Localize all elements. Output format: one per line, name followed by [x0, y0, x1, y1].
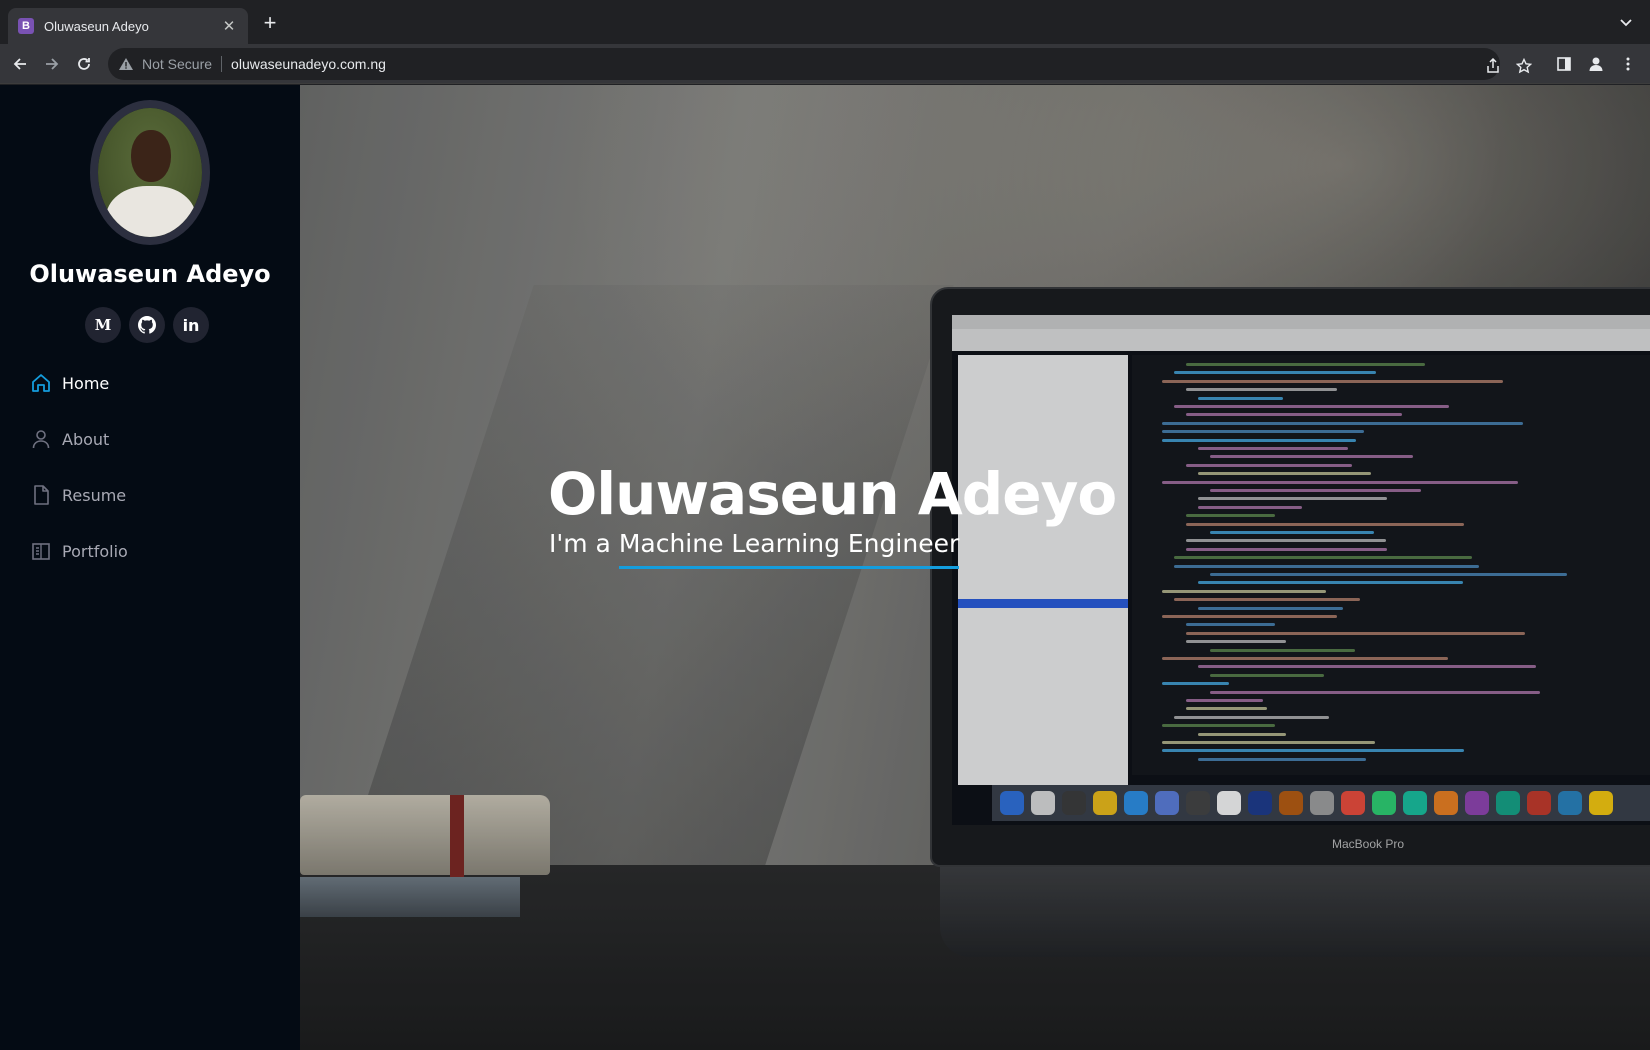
person-icon: [30, 428, 52, 450]
avatar: [90, 100, 210, 245]
reload-button[interactable]: [72, 52, 96, 76]
tab-close-icon[interactable]: ✕: [220, 17, 238, 35]
arrow-right-icon: [46, 58, 59, 70]
side-panel-icon[interactable]: [1552, 52, 1576, 76]
browser-toolbar: Not Secure oluwaseunadeyo.com.ng: [0, 44, 1650, 84]
address-bar[interactable]: Not Secure oluwaseunadeyo.com.ng: [108, 48, 1532, 80]
linkedin-icon: in: [182, 315, 200, 335]
profile-photo: [98, 108, 202, 237]
forward-button[interactable]: [40, 52, 64, 76]
tab-title: Oluwaseun Adeyo: [44, 18, 149, 34]
bookmark-star-icon[interactable]: [1514, 56, 1534, 76]
page-viewport: Oluwaseun Adeyo M in Home About Resume P…: [0, 85, 1650, 1050]
url-text[interactable]: oluwaseunadeyo.com.ng: [231, 56, 386, 72]
nav-item-portfolio[interactable]: Portfolio: [30, 523, 270, 579]
nav-label-resume: Resume: [62, 485, 127, 505]
nav-menu: Home About Resume Portfolio: [30, 355, 270, 579]
book-icon: [30, 540, 52, 562]
back-button[interactable]: [8, 52, 32, 76]
nav-item-resume[interactable]: Resume: [30, 467, 270, 523]
browser-tab[interactable]: B Oluwaseun Adeyo ✕: [8, 8, 248, 44]
arrow-left-icon: [13, 58, 26, 70]
share-icon[interactable]: [1483, 56, 1503, 76]
hero-section: MacBook Pro Oluwaseun Adeyo I'm a Machin…: [300, 85, 1650, 1050]
nav-label-home: Home: [62, 373, 110, 393]
nav-label-about: About: [62, 429, 110, 449]
sidebar: Oluwaseun Adeyo M in Home About Resume P…: [0, 85, 300, 1050]
divider: [221, 56, 223, 72]
file-icon: [30, 484, 52, 506]
kebab-menu-icon[interactable]: [1616, 52, 1640, 76]
github-link[interactable]: [129, 307, 165, 343]
profile-name[interactable]: Oluwaseun Adeyo: [0, 260, 300, 288]
typed-role: Machine Learning Engineer: [618, 529, 960, 569]
security-label[interactable]: Not Secure: [142, 56, 212, 72]
browser-tab-strip: B Oluwaseun Adeyo ✕ +: [0, 0, 1650, 44]
github-icon: [138, 316, 156, 334]
medium-link[interactable]: M: [85, 307, 121, 343]
reload-icon: [78, 58, 90, 70]
nav-item-home[interactable]: Home: [30, 355, 270, 411]
new-tab-button[interactable]: +: [258, 12, 282, 36]
home-icon: [30, 372, 52, 394]
tab-search-chevron-icon[interactable]: [1618, 14, 1634, 30]
medium-icon: M: [94, 316, 112, 334]
linkedin-link[interactable]: in: [173, 307, 209, 343]
profile-icon[interactable]: [1584, 52, 1608, 76]
social-links: M in: [85, 307, 209, 343]
subtitle-prefix: I'm a: [549, 529, 619, 558]
hero-subtitle: I'm a Machine Learning Engineer: [549, 529, 960, 569]
hero-title: Oluwaseun Adeyo: [548, 460, 1117, 528]
warning-icon: [119, 58, 133, 70]
nav-label-portfolio: Portfolio: [62, 541, 128, 561]
nav-item-about[interactable]: About: [30, 411, 270, 467]
site-favicon-icon: B: [18, 18, 34, 34]
